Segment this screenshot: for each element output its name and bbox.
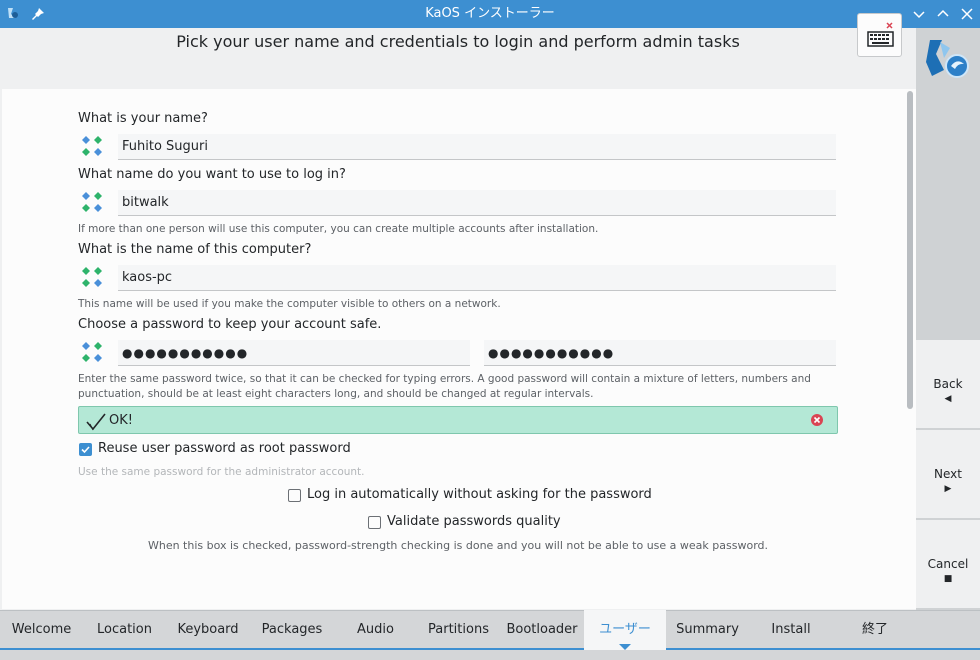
step-finish: 終了 [861,622,888,637]
close-window-icon[interactable] [959,6,975,22]
name-label: What is your name? [78,111,208,126]
full-name-input[interactable]: Fuhito Suguri [118,134,836,160]
step-summary: Summary [676,622,739,637]
password-confirm-input[interactable]: ●●●●●●●●●●● [484,340,836,366]
next-button[interactable]: Next ▶ [916,430,980,518]
back-arrow-icon: ◀ [944,394,952,404]
autologin-label[interactable]: Log in automatically without asking for … [307,487,652,502]
login-name-input[interactable]: bitwalk [118,190,836,216]
stop-icon: ■ [943,574,953,584]
keyboard-button[interactable] [857,13,902,57]
user-diamonds-icon [82,136,102,156]
checkbox-check-icon [81,446,90,454]
step-keyboard: Keyboard [177,622,239,637]
checkmark-icon [86,413,106,431]
back-label: Back [933,377,963,391]
hostname-hint: This name will be used if you make the c… [78,298,501,310]
step-location: Location [97,622,152,637]
title-bar: KaOS インストーラー [0,0,980,28]
login-hint: If more than one person will use this co… [78,223,599,235]
step-partitions: Partitions [428,622,489,637]
step-packages: Packages [261,622,323,637]
kaos-logo [926,40,969,78]
validate-hint: When this box is checked, password-stren… [147,539,769,552]
password-status-bar: OK! [78,406,838,434]
page-title: Pick your user name and credentials to l… [176,32,740,51]
status-message: OK! [109,413,133,428]
password-hint-line-2: punctuation, should be at least eight ch… [78,388,594,400]
active-step-indicator [619,644,631,650]
scrollbar[interactable] [907,91,913,409]
password-diamonds-icon [82,342,102,362]
validate-quality-label[interactable]: Validate passwords quality [387,514,561,529]
login-diamonds-icon [82,192,102,212]
next-label: Next [934,467,962,481]
step-bootloader: Bootloader [506,622,578,637]
window-title: KaOS インストーラー [425,6,555,21]
step-audio: Audio [357,622,394,637]
cancel-button[interactable]: Cancel ■ [916,520,980,608]
back-button[interactable]: Back ◀ [916,340,980,428]
login-label: What name do you want to use to log in? [78,167,346,182]
password-input[interactable]: ●●●●●●●●●●● [118,340,470,366]
hostname-input[interactable]: kaos-pc [118,265,836,291]
autologin-checkbox[interactable] [288,489,301,502]
step-install: Install [771,622,811,637]
cancel-label: Cancel [927,557,969,571]
reuse-root-checkbox[interactable] [79,443,92,456]
keyboard-icon [867,22,894,47]
maximize-icon[interactable] [935,6,951,22]
close-status-icon[interactable] [810,413,824,427]
password-hint-line-1: Enter the same password twice, so that i… [78,373,811,385]
reuse-root-hint: Use the same password for the administra… [78,466,365,478]
page-header: Pick your user name and credentials to l… [0,28,916,89]
validate-quality-checkbox[interactable] [368,516,381,529]
next-arrow-icon: ▶ [944,484,952,494]
step-welcome: Welcome [11,622,72,637]
reuse-root-label[interactable]: Reuse user password as root password [98,441,351,456]
password-label: Choose a password to keep your account s… [78,317,382,332]
hostname-diamonds-icon [82,267,102,287]
minimize-icon[interactable] [911,6,927,22]
hostname-label: What is the name of this computer? [78,242,312,257]
